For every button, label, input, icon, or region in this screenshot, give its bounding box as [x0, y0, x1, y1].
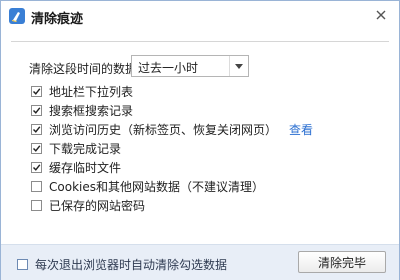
- time-range-select[interactable]: 过去一小时: [131, 55, 249, 77]
- close-icon: [376, 10, 386, 20]
- title-separator: [11, 41, 389, 42]
- clear-done-button[interactable]: 清除完毕: [298, 251, 386, 273]
- option-label: 地址栏下拉列表: [49, 84, 134, 99]
- option-label: 已保存的网站密码: [49, 198, 146, 213]
- option-cache-files[interactable]: 缓存临时文件: [31, 159, 121, 175]
- option-label: 缓存临时文件: [49, 160, 122, 175]
- clear-traces-dialog: 清除痕迹 清除这段时间的数据： 过去一小时 地址栏下拉列表 搜索框搜索记录 浏览…: [0, 0, 400, 280]
- checkbox[interactable]: [17, 259, 28, 270]
- option-address-bar-dropdown[interactable]: 地址栏下拉列表: [31, 83, 133, 99]
- checkbox[interactable]: [31, 161, 42, 173]
- dialog-footer: 每次退出浏览器时自动清除勾选数据 清除完毕: [1, 244, 399, 280]
- close-button[interactable]: [369, 4, 393, 26]
- option-label: 下载完成记录: [49, 141, 122, 156]
- view-history-link[interactable]: 查看: [289, 121, 313, 138]
- dialog-title: 清除痕迹: [31, 12, 84, 27]
- checkbox[interactable]: [31, 85, 42, 97]
- time-range-value: 过去一小时: [138, 61, 199, 75]
- checkbox[interactable]: [31, 123, 42, 135]
- checkbox[interactable]: [31, 142, 42, 154]
- option-label: 搜索框搜索记录: [49, 103, 134, 118]
- option-auto-clear-on-exit[interactable]: 每次退出浏览器时自动清除勾选数据: [17, 256, 227, 273]
- checkbox[interactable]: [31, 104, 42, 116]
- option-browsing-history[interactable]: 浏览访问历史（新标签页、恢复关闭网页） 查看: [31, 121, 313, 137]
- option-label: Cookies和其他网站数据（不建议清理）: [49, 179, 264, 194]
- option-saved-passwords[interactable]: 已保存的网站密码: [31, 197, 145, 213]
- option-search-history[interactable]: 搜索框搜索记录: [31, 102, 133, 118]
- option-download-history[interactable]: 下载完成记录: [31, 140, 121, 156]
- auto-clear-label: 每次退出浏览器时自动清除勾选数据: [35, 258, 228, 272]
- option-label: 浏览访问历史（新标签页、恢复关闭网页）: [49, 122, 278, 137]
- title-bar: 清除痕迹: [1, 1, 399, 31]
- dropdown-arrow-icon[interactable]: [229, 56, 248, 76]
- checkbox[interactable]: [31, 199, 42, 211]
- checkbox[interactable]: [31, 180, 42, 192]
- broom-icon: [9, 8, 25, 24]
- option-cookies[interactable]: Cookies和其他网站数据（不建议清理）: [31, 178, 264, 194]
